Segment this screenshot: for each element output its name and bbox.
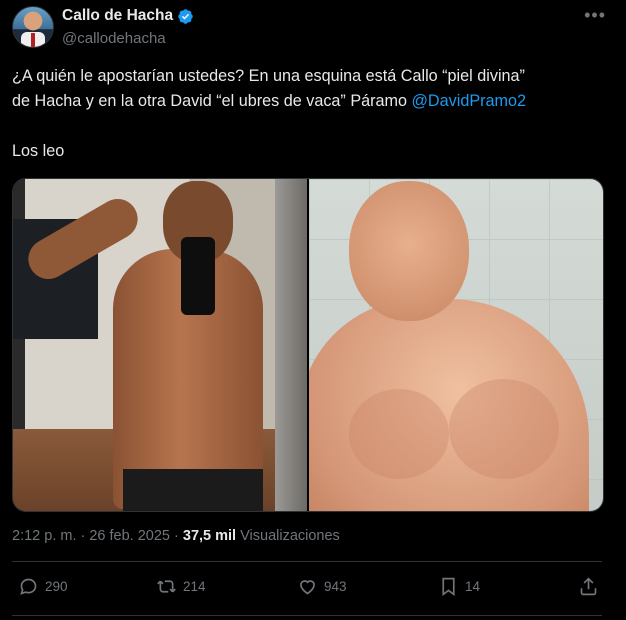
photo-head-right — [349, 181, 469, 321]
repost-icon — [157, 580, 176, 593]
divider-top — [12, 561, 602, 562]
tweet-meta: 2:12 p. m. · 26 feb. 2025 · 37,5 mil Vis… — [12, 528, 340, 544]
share-button[interactable] — [578, 576, 599, 597]
tweet: Callo de Hacha @callodehacha ••• ¿A quié… — [0, 0, 626, 620]
reply-count: 290 — [45, 579, 68, 594]
verified-badge-icon — [178, 8, 193, 24]
tweet-text-line3: Los leo — [12, 142, 65, 160]
reply-icon — [20, 578, 37, 595]
author-handle[interactable]: @callodehacha — [62, 30, 166, 47]
like-button[interactable]: 943 — [297, 576, 347, 597]
photo-phone — [181, 237, 215, 315]
media-photo-right[interactable] — [309, 179, 603, 511]
mention-link[interactable]: @DavidPramo2 — [412, 92, 527, 110]
author-name[interactable]: Callo de Hacha — [62, 7, 173, 25]
tweet-text-line2: de Hacha y en la otra David “el ubres de… — [12, 89, 612, 114]
reply-button[interactable]: 290 — [18, 576, 68, 597]
tweet-media[interactable] — [12, 178, 604, 512]
tweet-timestamp[interactable]: 2:12 p. m. · 26 feb. 2025 · — [12, 528, 183, 544]
bookmark-icon — [442, 577, 455, 597]
photo-chest-right — [449, 379, 559, 479]
photo-chest-left — [349, 389, 449, 479]
avatar[interactable] — [12, 6, 54, 48]
text-spacer — [12, 114, 612, 139]
media-photo-left[interactable] — [13, 179, 307, 511]
repost-button[interactable]: 214 — [156, 576, 206, 597]
author-name-row: Callo de Hacha — [62, 7, 194, 25]
bookmark-count: 14 — [465, 579, 481, 594]
like-icon — [300, 580, 315, 595]
views-count: 37,5 mil — [182, 528, 237, 544]
tweet-text: ¿A quién le apostarían ustedes? En una e… — [12, 64, 612, 164]
divider-bottom — [12, 615, 602, 616]
avatar-tie — [31, 33, 35, 47]
more-options-icon[interactable]: ••• — [584, 5, 606, 26]
action-bar: 290 214 943 14 — [18, 576, 608, 604]
like-count: 943 — [324, 579, 347, 594]
tweet-text-line2-prefix: de Hacha y en la otra David “el ubres de… — [12, 92, 412, 110]
share-icon — [580, 577, 597, 596]
photo-mirror-edge — [275, 179, 307, 511]
views-label: Visualizaciones — [236, 528, 340, 544]
tweet-text-line1: ¿A quién le apostarían ustedes? En una e… — [12, 67, 525, 85]
repost-count: 214 — [183, 579, 206, 594]
photo-shorts — [123, 469, 263, 511]
bookmark-button[interactable]: 14 — [438, 576, 480, 597]
